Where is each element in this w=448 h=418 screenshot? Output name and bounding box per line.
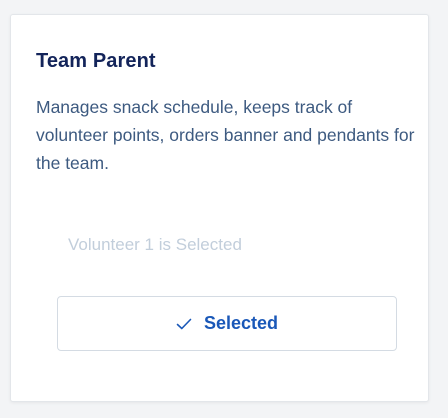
checkmark-icon xyxy=(176,318,192,330)
role-description: Manages snack schedule, keeps track of v… xyxy=(36,97,415,173)
role-card: Team Parent Manages snack schedule, keep… xyxy=(10,14,429,402)
role-title: Team Parent xyxy=(36,50,156,72)
selection-status: Volunteer 1 is Selected xyxy=(68,235,242,254)
selected-button[interactable]: Selected xyxy=(57,296,397,351)
selected-button-label: Selected xyxy=(203,313,279,333)
